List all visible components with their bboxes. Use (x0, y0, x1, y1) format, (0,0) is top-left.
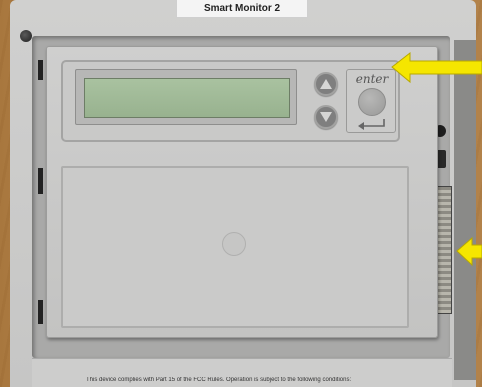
yellow-arrow-icon (456, 236, 482, 267)
callout-overlay (391, 51, 482, 267)
yellow-arrow-icon (391, 51, 482, 84)
